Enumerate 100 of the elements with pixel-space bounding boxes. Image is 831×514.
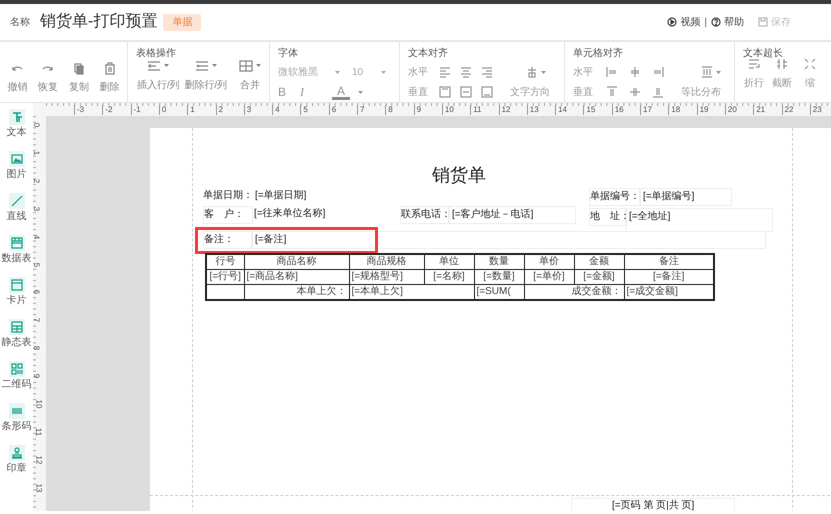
toolbar-button[interactable]: 复制 xyxy=(64,62,94,102)
distribute-dropdown[interactable] xyxy=(701,66,721,78)
ruler-label: 0 xyxy=(33,122,42,128)
table-cell: [=数量] xyxy=(474,270,524,284)
text-direction-button[interactable]: 文字方向 xyxy=(510,84,550,100)
ruler-label: 10 xyxy=(33,400,44,408)
group-title: 字体 xyxy=(278,46,299,61)
ruler-label: 17 xyxy=(640,105,652,115)
text-field[interactable]: [=单据日期] xyxy=(255,188,306,204)
font-color-button[interactable]: A xyxy=(332,84,350,100)
ruler-label: 8 xyxy=(33,346,42,350)
help-link[interactable]: 帮助 xyxy=(711,14,744,30)
field-label: 单据日期： xyxy=(203,188,253,203)
sidebar-item[interactable]: 静态表 xyxy=(2,319,32,349)
align-button[interactable] xyxy=(481,66,493,78)
align-button[interactable] xyxy=(439,86,451,98)
ruler-label: 2 xyxy=(216,105,223,115)
ruler-label: 16 xyxy=(612,105,624,115)
toolbar-button[interactable]: 删除 xyxy=(94,62,125,102)
ruler-label: 7 xyxy=(357,105,364,115)
text-direction-dropdown[interactable] xyxy=(526,66,546,78)
caret-icon xyxy=(212,64,217,67)
ruler-label: 9 xyxy=(33,374,42,378)
toolbar-button[interactable]: 删除行/列 xyxy=(184,60,228,92)
align-button[interactable] xyxy=(460,86,472,98)
ruler-label: -2 xyxy=(102,105,112,115)
toolbar-button[interactable]: 合并 xyxy=(239,60,261,92)
align-button[interactable] xyxy=(606,66,618,78)
ruler-label: 11 xyxy=(470,105,482,115)
ruler-label: 3 xyxy=(244,105,252,115)
toolbar-button[interactable]: 插入行/列 xyxy=(136,60,180,92)
shrink-icon xyxy=(804,58,816,70)
cell-align-left-icon xyxy=(606,66,618,78)
align-button[interactable] xyxy=(481,86,493,98)
sidebar-item[interactable]: 数据表 xyxy=(2,235,32,265)
grid-table-icon xyxy=(10,320,24,334)
sidebar-item[interactable]: 直线 xyxy=(6,193,26,223)
text-field[interactable]: [=全地址] xyxy=(626,208,773,232)
align-button[interactable] xyxy=(460,66,472,78)
sidebar-item[interactable]: 卡片 xyxy=(6,277,26,307)
ruler-label: 5 xyxy=(300,105,308,115)
ruler-label: 19 xyxy=(696,105,708,115)
align-button[interactable] xyxy=(652,66,664,78)
column-header: 商品名称 xyxy=(244,254,349,270)
column-header: 金额 xyxy=(574,254,624,270)
column-header: 行号 xyxy=(206,254,244,270)
sidebar-item[interactable]: 图片 xyxy=(6,151,26,181)
text-field[interactable]: [=备注] xyxy=(252,231,766,249)
text-field[interactable]: [=客户地址－电话] xyxy=(449,206,576,224)
insert-rows-icon xyxy=(147,60,162,72)
table-cell: [=行号] xyxy=(206,270,244,284)
text-field[interactable]: [=往来单位名称] xyxy=(254,206,326,222)
align-left-icon xyxy=(439,66,451,78)
table-cell: [=本单上欠] xyxy=(349,284,474,300)
image-icon xyxy=(10,152,24,166)
ruler-label: 4 xyxy=(33,234,42,239)
ruler-label: -1 xyxy=(130,105,141,115)
cell-align-right-icon xyxy=(652,66,664,78)
ruler-label: 12 xyxy=(33,455,44,464)
field-label: 地 址： xyxy=(589,208,626,226)
bold-button[interactable]: B xyxy=(278,83,286,101)
link-separator: | xyxy=(704,16,707,30)
line-icon xyxy=(10,194,24,208)
ruler-label: 6 xyxy=(328,105,336,115)
align-center-icon xyxy=(460,66,472,78)
ruler-label: -3 xyxy=(74,105,84,115)
align-button[interactable] xyxy=(439,66,451,78)
wrap-icon xyxy=(748,58,760,70)
italic-button[interactable]: I xyxy=(300,83,304,101)
page-number-field: [=页码 第 页|共 页] xyxy=(571,498,736,511)
sidebar-item[interactable]: 二维码 xyxy=(2,361,32,391)
toolbar-button[interactable]: 撤销 xyxy=(2,62,33,102)
sidebar-item[interactable]: 条形码 xyxy=(2,403,32,433)
font-family-select[interactable]: 微软雅黑 xyxy=(278,64,340,80)
align-top-icon xyxy=(439,86,451,98)
column-header: 商品规格 xyxy=(349,254,424,270)
columns-icon xyxy=(701,66,713,78)
sidebar-item[interactable]: 文本 xyxy=(6,109,26,139)
cell-align-center-icon xyxy=(629,66,641,78)
group-title: 文本对齐 xyxy=(408,46,449,61)
ruler-label: 0 xyxy=(158,105,166,115)
ruler-label: 13 xyxy=(33,483,44,492)
qr-code-icon xyxy=(10,362,24,376)
name-label: 名称 xyxy=(10,16,30,30)
font-size-select[interactable]: 10 xyxy=(346,64,386,80)
video-link[interactable]: 视频 xyxy=(667,14,700,30)
distribute-button[interactable]: 等比分布 xyxy=(681,84,721,100)
sidebar-item[interactable]: 印章 xyxy=(6,445,26,475)
align-button[interactable] xyxy=(652,86,664,98)
toolbar-button[interactable]: 缩 xyxy=(799,58,821,90)
toolbar-button[interactable]: 恢复 xyxy=(32,62,64,102)
align-button[interactable] xyxy=(629,66,641,78)
align-button[interactable] xyxy=(629,86,641,98)
text-field[interactable]: [=单据编号] xyxy=(640,188,732,206)
align-button[interactable] xyxy=(606,86,618,98)
table-cell: [=金额] xyxy=(574,270,624,284)
report-title: 销货单 xyxy=(432,164,486,187)
ruler-label: 3 xyxy=(33,206,42,211)
table-cell: [=规格型号] xyxy=(349,270,424,284)
column-header: 数量 xyxy=(474,254,524,270)
